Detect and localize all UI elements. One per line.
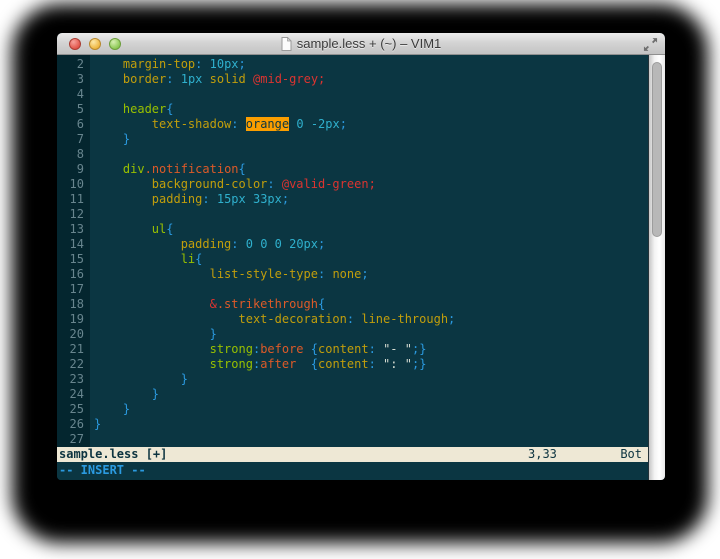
title-group: sample.less + (~) – VIM1	[281, 36, 442, 51]
code-line: 7 }	[57, 132, 648, 147]
code-line: 15 li{	[57, 252, 648, 267]
code-line: 13 ul{	[57, 222, 648, 237]
status-ruler: 3,33	[528, 447, 557, 462]
fullscreen-icon[interactable]	[643, 37, 658, 52]
title-bar[interactable]: sample.less + (~) – VIM1	[57, 33, 665, 55]
insert-mode-indicator: -- INSERT --	[59, 463, 146, 478]
window-title: sample.less + (~) – VIM1	[297, 36, 442, 51]
close-button[interactable]	[69, 38, 81, 50]
code-line: 8	[57, 147, 648, 162]
editor-area[interactable]: 2 margin-top: 10px;3 border: 1px solid @…	[57, 55, 648, 480]
code-line: 21 strong:before {content: "- ";}	[57, 342, 648, 357]
scrollbar[interactable]	[648, 55, 665, 480]
minimize-button[interactable]	[89, 38, 101, 50]
status-scroll-position: Bot	[620, 447, 642, 462]
code-line: 3 border: 1px solid @mid-grey;	[57, 72, 648, 87]
code-line: 26}	[57, 417, 648, 432]
status-bar: sample.less [+] 3,33 Bot	[57, 447, 648, 462]
code-line: 22 strong:after {content: ": ";}	[57, 357, 648, 372]
code-line: 17	[57, 282, 648, 297]
window-controls	[69, 33, 121, 55]
code-lines: 2 margin-top: 10px;3 border: 1px solid @…	[57, 57, 648, 447]
scrollbar-thumb[interactable]	[652, 62, 662, 237]
code-line: 20 }	[57, 327, 648, 342]
code-line: 24 }	[57, 387, 648, 402]
vim-content: 2 margin-top: 10px;3 border: 1px solid @…	[57, 55, 665, 480]
screenshot: sample.less + (~) – VIM1 2 margin-top: 1…	[0, 0, 720, 559]
code-line: 9 div.notification{	[57, 162, 648, 177]
mode-line: -- INSERT --	[57, 462, 648, 480]
vim-window: sample.less + (~) – VIM1 2 margin-top: 1…	[57, 33, 665, 480]
code-line: 2 margin-top: 10px;	[57, 57, 648, 72]
code-line: 19 text-decoration: line-through;	[57, 312, 648, 327]
code-line: 11 padding: 15px 33px;	[57, 192, 648, 207]
code-line: 14 padding: 0 0 0 20px;	[57, 237, 648, 252]
code-line: 27	[57, 432, 648, 447]
code-line: 12	[57, 207, 648, 222]
code-line: 5 header{	[57, 102, 648, 117]
document-icon	[281, 37, 292, 51]
code-line: 25 }	[57, 402, 648, 417]
code-line: 10 background-color: @valid-green;	[57, 177, 648, 192]
code-line: 6 text-shadow: orange 0 -2px;	[57, 117, 648, 132]
code-line: 16 list-style-type: none;	[57, 267, 648, 282]
status-filename: sample.less [+]	[59, 447, 167, 462]
code-line: 18 &.strikethrough{	[57, 297, 648, 312]
code-line: 4	[57, 87, 648, 102]
zoom-button[interactable]	[109, 38, 121, 50]
code-line: 23 }	[57, 372, 648, 387]
